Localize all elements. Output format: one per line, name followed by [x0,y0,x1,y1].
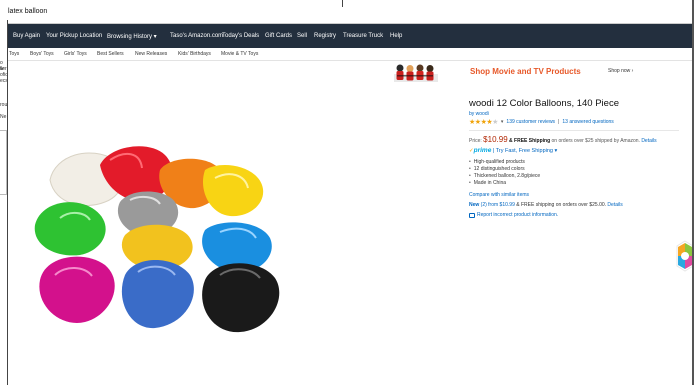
banner-characters-image [394,64,438,82]
shipping-note: on orders over $25 shipped by Amazon. [551,138,640,144]
compare-similar-link[interactable]: Compare with similar items [469,192,689,198]
banner-title[interactable]: Shop Movie and TV Products [470,67,581,76]
questions-link[interactable]: 13 answered questions [562,119,613,125]
prime-logo: prime [473,147,492,154]
nav-treasure-truck[interactable]: Treasure Truck [343,33,383,39]
subnav-boys-toys[interactable]: Boys' Toys [30,51,54,57]
price-value: $10.99 [483,135,508,144]
nav-help[interactable]: Help [390,33,402,39]
free-shipping-label: & FREE Shipping [509,138,551,144]
prime-note[interactable]: | Try Fast, Free Shipping ▾ [493,148,557,154]
nav-registry[interactable]: Registry [314,33,336,39]
star-rating[interactable]: ★★★★★ [469,118,498,126]
list-item: Made in China [469,180,689,187]
report-label[interactable]: Report incorrect product information. [477,212,558,218]
new-offers-link[interactable]: (2) from $10.99 [481,202,515,208]
subnav-toys[interactable]: Toys [9,51,19,57]
nav-gift-cards[interactable]: Gift Cards [265,33,292,39]
nav-pickup-location[interactable]: Your Pickup Location [46,33,102,39]
product-details: woodi 12 Color Balloons, 140 Piece by wo… [469,98,689,218]
subnav-kids-birthdays[interactable]: Kids' Birthdays [178,51,211,57]
list-item: 12 distinguished colors [469,166,689,173]
edge-text: rou [0,102,8,108]
divider [469,130,679,131]
star-icon: ★ [492,119,498,126]
subnav-best-sellers[interactable]: Best Sellers [97,51,124,57]
reviews-link[interactable]: 139 customer reviews [506,119,555,125]
promo-banner[interactable]: Shop Movie and TV Products Shop now › [376,62,676,82]
nav-todays-deals[interactable]: Today's Deals [222,33,259,39]
search-input[interactable]: latex balloon [8,8,47,15]
new-offers-details-link[interactable]: Details [607,202,622,208]
brand-link[interactable]: by woodi [469,111,689,117]
nav-account-home[interactable]: Taso's Amazon.com [170,33,223,39]
shipping-details-link[interactable]: Details [641,138,656,144]
price-row: Price: $10.99 & FREE Shipping on orders … [469,135,689,144]
window-divider [342,0,343,7]
nav-buy-again[interactable]: Buy Again [13,33,40,39]
nav-browsing-history[interactable]: Browsing History ▾ [107,33,157,40]
balloon-cluster [39,256,280,333]
sub-nav: Toys Boys' Toys Girls' Toys Best Sellers… [8,48,694,61]
list-item: Thickened balloon, 2.8g/piece [469,173,689,180]
product-title: woodi 12 Color Balloons, 140 Piece [469,98,619,109]
list-item: High-qualified products [469,159,689,166]
edge-panel [0,130,7,195]
subnav-girls-toys[interactable]: Girls' Toys [64,51,87,57]
report-link[interactable]: Report incorrect product information. [469,212,689,218]
new-offers-note: & FREE shipping on orders over $25.00. [516,202,607,208]
separator: | [558,119,560,125]
nav-sell[interactable]: Sell [297,33,307,39]
price-label: Price: [469,138,482,144]
background-window-edge: o w ller ofic ecs rou Ne [0,20,8,385]
search-bar[interactable]: latex balloon [0,0,694,24]
message-icon [469,212,475,218]
edge-text: Ne [0,114,7,120]
banner-shop-now-link[interactable]: Shop now › [608,68,633,74]
rating-dropdown-icon[interactable]: ▾ [501,119,504,125]
rating-row: ★★★★★ ▾ 139 customer reviews | 13 answer… [469,118,689,126]
new-label[interactable]: New [469,202,479,208]
main-nav: Buy Again Your Pickup Location Browsing … [8,24,694,48]
feature-bullets: High-qualified products 12 distinguished… [469,159,689,187]
prime-row[interactable]: ✓prime | Try Fast, Free Shipping ▾ [469,147,689,154]
edge-text: ecs [0,78,8,84]
subnav-movie-tv-toys[interactable]: Movie & TV Toys [221,51,258,57]
subnav-new-releases[interactable]: New Releases [135,51,167,57]
new-offers-row: New (2) from $10.99 & FREE shipping on o… [469,202,689,208]
product-image[interactable] [30,140,330,366]
